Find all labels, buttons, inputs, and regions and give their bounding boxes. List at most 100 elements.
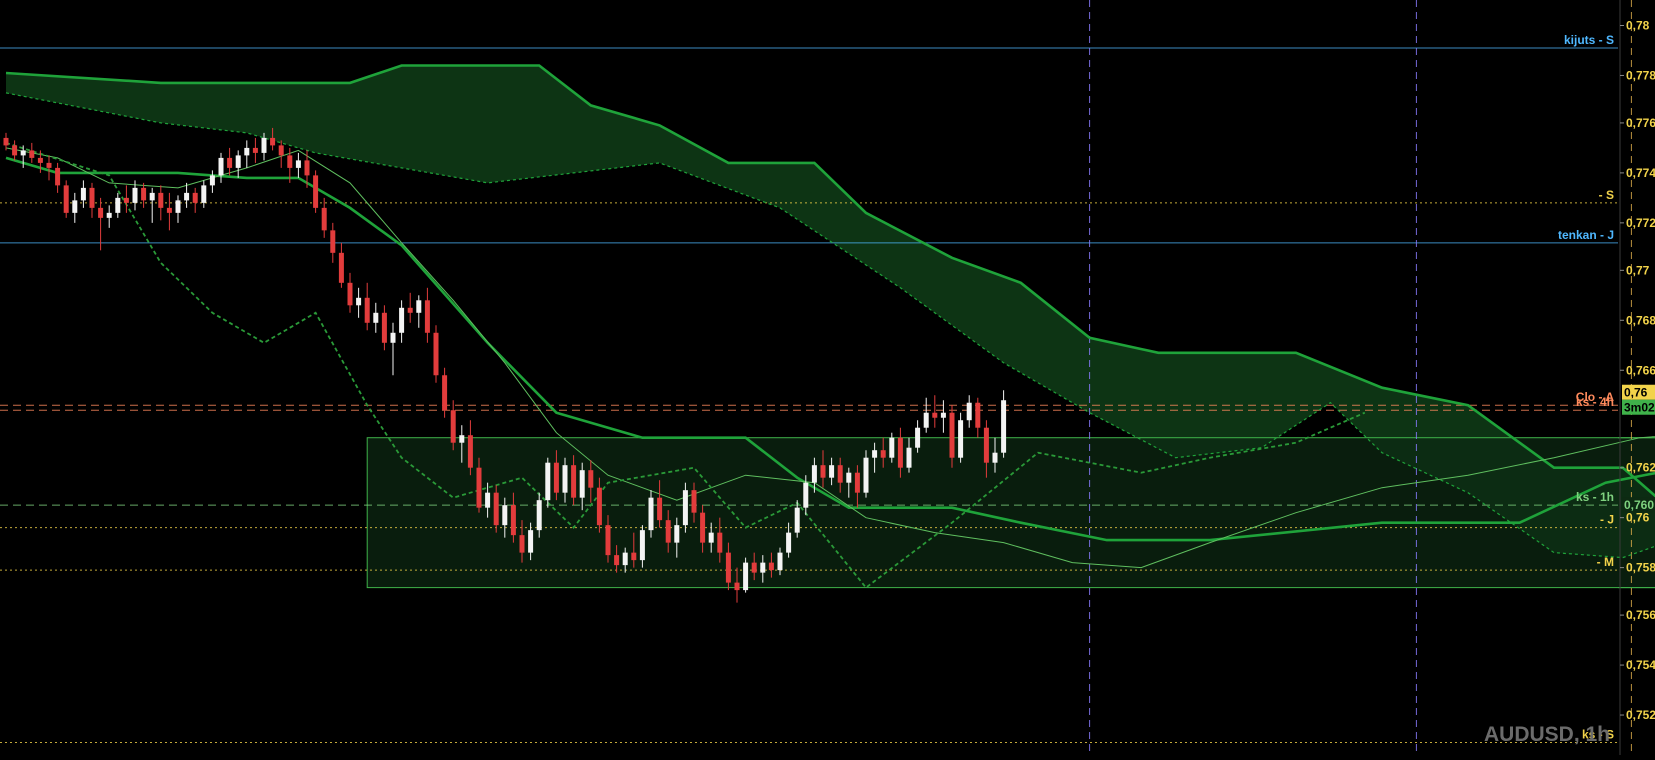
candle-body-41 [356,297,362,306]
candle-body-12 [106,212,112,218]
candle-body-2 [20,150,26,156]
candle-body-60 [519,535,525,553]
candle-body-34 [295,160,301,168]
candle-body-16 [141,187,147,201]
candle-body-107 [923,412,929,428]
candle-body-26 [227,157,233,168]
level-label-7: - M [1597,555,1614,569]
candle-body-100 [863,457,869,493]
candle-body-48 [416,300,422,313]
candle-body-28 [244,147,250,156]
candle-body-68 [588,470,594,488]
candle-body-92 [794,507,800,533]
candle-body-89 [768,562,774,571]
candle-body-47 [407,307,413,313]
candle-body-80 [691,490,697,513]
candle-body-36 [313,175,319,208]
candle-body-77 [665,520,671,543]
candle-body-3 [29,150,35,158]
candle-body-39 [338,252,344,283]
candle-body-81 [700,512,706,543]
candle-body-52 [450,410,456,443]
price-badge-label-2: 0,760 [1624,498,1654,512]
candle-body-90 [777,552,783,571]
range-box-rect [366,437,1655,589]
tick-label-11: 0,756 [1626,608,1655,622]
candle-body-42 [364,297,370,323]
candle-body-15 [132,187,138,203]
candle-body-67 [579,470,585,498]
candle-body-38 [330,230,336,253]
candle-body-91 [786,532,792,553]
candle-body-75 [648,497,654,531]
level-label-4: ks - 4h [1576,395,1614,409]
candle-body-7 [63,185,69,213]
candle-body-116 [1001,400,1007,453]
candle-body-35 [304,160,310,176]
tick-label-1: 0,778 [1626,68,1655,82]
candle-body-106 [915,427,921,448]
candle-body-49 [424,300,430,333]
symbol-label: AUDUSD, 1h [1484,723,1610,746]
candle-body-30 [261,137,267,153]
candle-body-58 [502,505,508,526]
candle-body-94 [811,465,817,483]
candle-body-40 [347,282,353,306]
tick-label-0: 0,78 [1626,18,1650,32]
level-label-2: tenkan - J [1558,228,1614,242]
candle-body-25 [218,157,224,176]
range-box [366,437,1655,589]
candle-body-86 [743,562,749,591]
candle-body-55 [476,467,482,508]
candle-body-96 [829,465,835,478]
candle-body-115 [992,452,998,463]
candle-body-32 [278,145,284,156]
candle-body-65 [562,465,568,493]
level-label-0: kijuts - S [1564,33,1614,47]
candle-body-24 [209,175,215,186]
candle-body-53 [459,435,465,443]
tick-label-4: 0,772 [1626,216,1655,230]
level-label-1: - S [1599,188,1614,202]
candle-body-79 [682,490,688,526]
candle-body-113 [975,402,981,428]
candle-body-0 [3,137,9,146]
candle-body-78 [674,525,680,543]
candle-body-82 [708,532,714,543]
candle-body-13 [115,197,121,213]
chart-canvas[interactable]: 0,78 0,778 0,776 0,774 0,772 0,77 0,768 0,766 0,… [0,0,1655,755]
level-label-6: - J [1600,513,1614,527]
candle-body-56 [485,492,491,508]
candle-body-37 [321,207,327,231]
candle-body-108 [932,412,938,418]
candle-body-76 [657,497,663,521]
candle-body-71 [614,555,620,566]
candle-body-21 [184,192,190,201]
candle-body-33 [287,155,293,168]
candle-body-104 [897,437,903,468]
candle-body-70 [605,525,611,556]
candle-body-20 [175,200,181,213]
candle-body-27 [235,155,241,168]
candle-body-88 [760,562,766,573]
candle-body-103 [889,437,895,458]
tick-label-7: 0,766 [1626,363,1655,377]
candle-body-22 [192,192,198,203]
candle-body-11 [98,207,104,218]
tick-label-8: 0,762 [1626,461,1655,475]
candle-body-83 [717,532,723,553]
price-chart[interactable]: 0,78 0,778 0,776 0,774 0,772 0,77 0,768 0,766 0,… [0,0,1655,755]
candle-body-5 [46,162,52,168]
candle-body-84 [725,552,731,583]
candle-body-72 [622,552,628,566]
candle-body-54 [467,435,473,468]
candle-body-29 [252,147,258,153]
candle-body-23 [201,185,207,203]
candle-body-105 [906,447,912,468]
candle-body-97 [837,465,843,483]
candle-body-93 [803,482,809,508]
candle-body-51 [442,375,448,411]
candle-body-45 [390,332,396,343]
tick-label-3: 0,774 [1626,166,1655,180]
candle-body-102 [880,450,886,458]
